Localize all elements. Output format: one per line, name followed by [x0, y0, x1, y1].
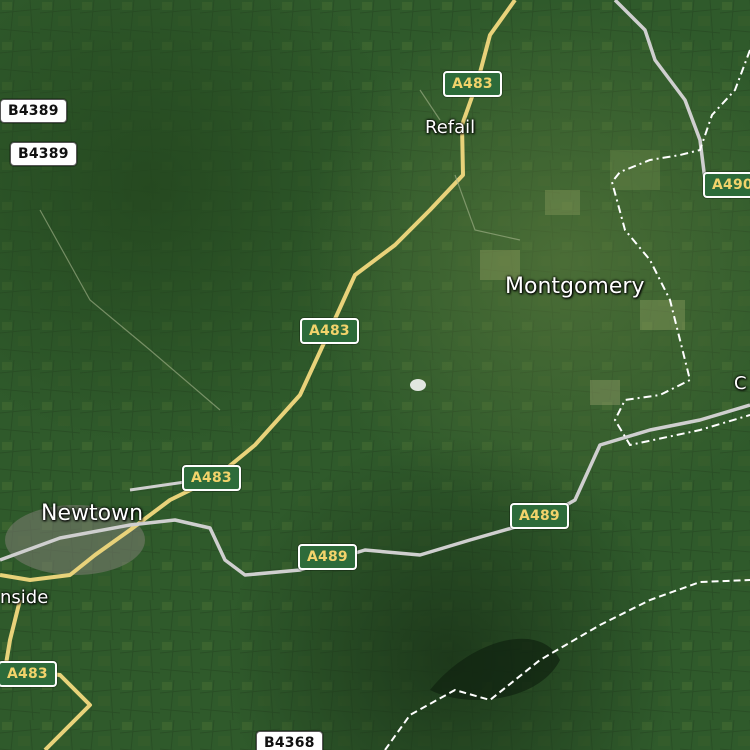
a483-shield[interactable]: A483: [300, 318, 359, 344]
a483-shield[interactable]: A483: [182, 465, 241, 491]
a483-shield[interactable]: A483: [443, 71, 502, 97]
cloud-speck: [410, 379, 426, 391]
b4368-shield[interactable]: B4368: [256, 731, 323, 750]
b4389-shield[interactable]: B4389: [0, 99, 67, 123]
a489-shield[interactable]: A489: [510, 503, 569, 529]
map-imagery: [0, 0, 750, 750]
a483-shield[interactable]: A483: [0, 661, 57, 687]
place-label-refail[interactable]: Refail: [425, 117, 475, 138]
a489-shield[interactable]: A489: [298, 544, 357, 570]
place-label-partial-right[interactable]: C: [734, 373, 747, 394]
place-label-montgomery[interactable]: Montgomery: [505, 274, 644, 299]
satellite-map[interactable]: A483 A483 A483 A483 A489 A489 A490 B4389…: [0, 0, 750, 750]
place-label-newtown[interactable]: Newtown: [41, 501, 143, 526]
a490-shield[interactable]: A490: [703, 172, 750, 198]
place-label-partial-left[interactable]: nside: [0, 587, 48, 608]
b4389-shield[interactable]: B4389: [10, 142, 77, 166]
